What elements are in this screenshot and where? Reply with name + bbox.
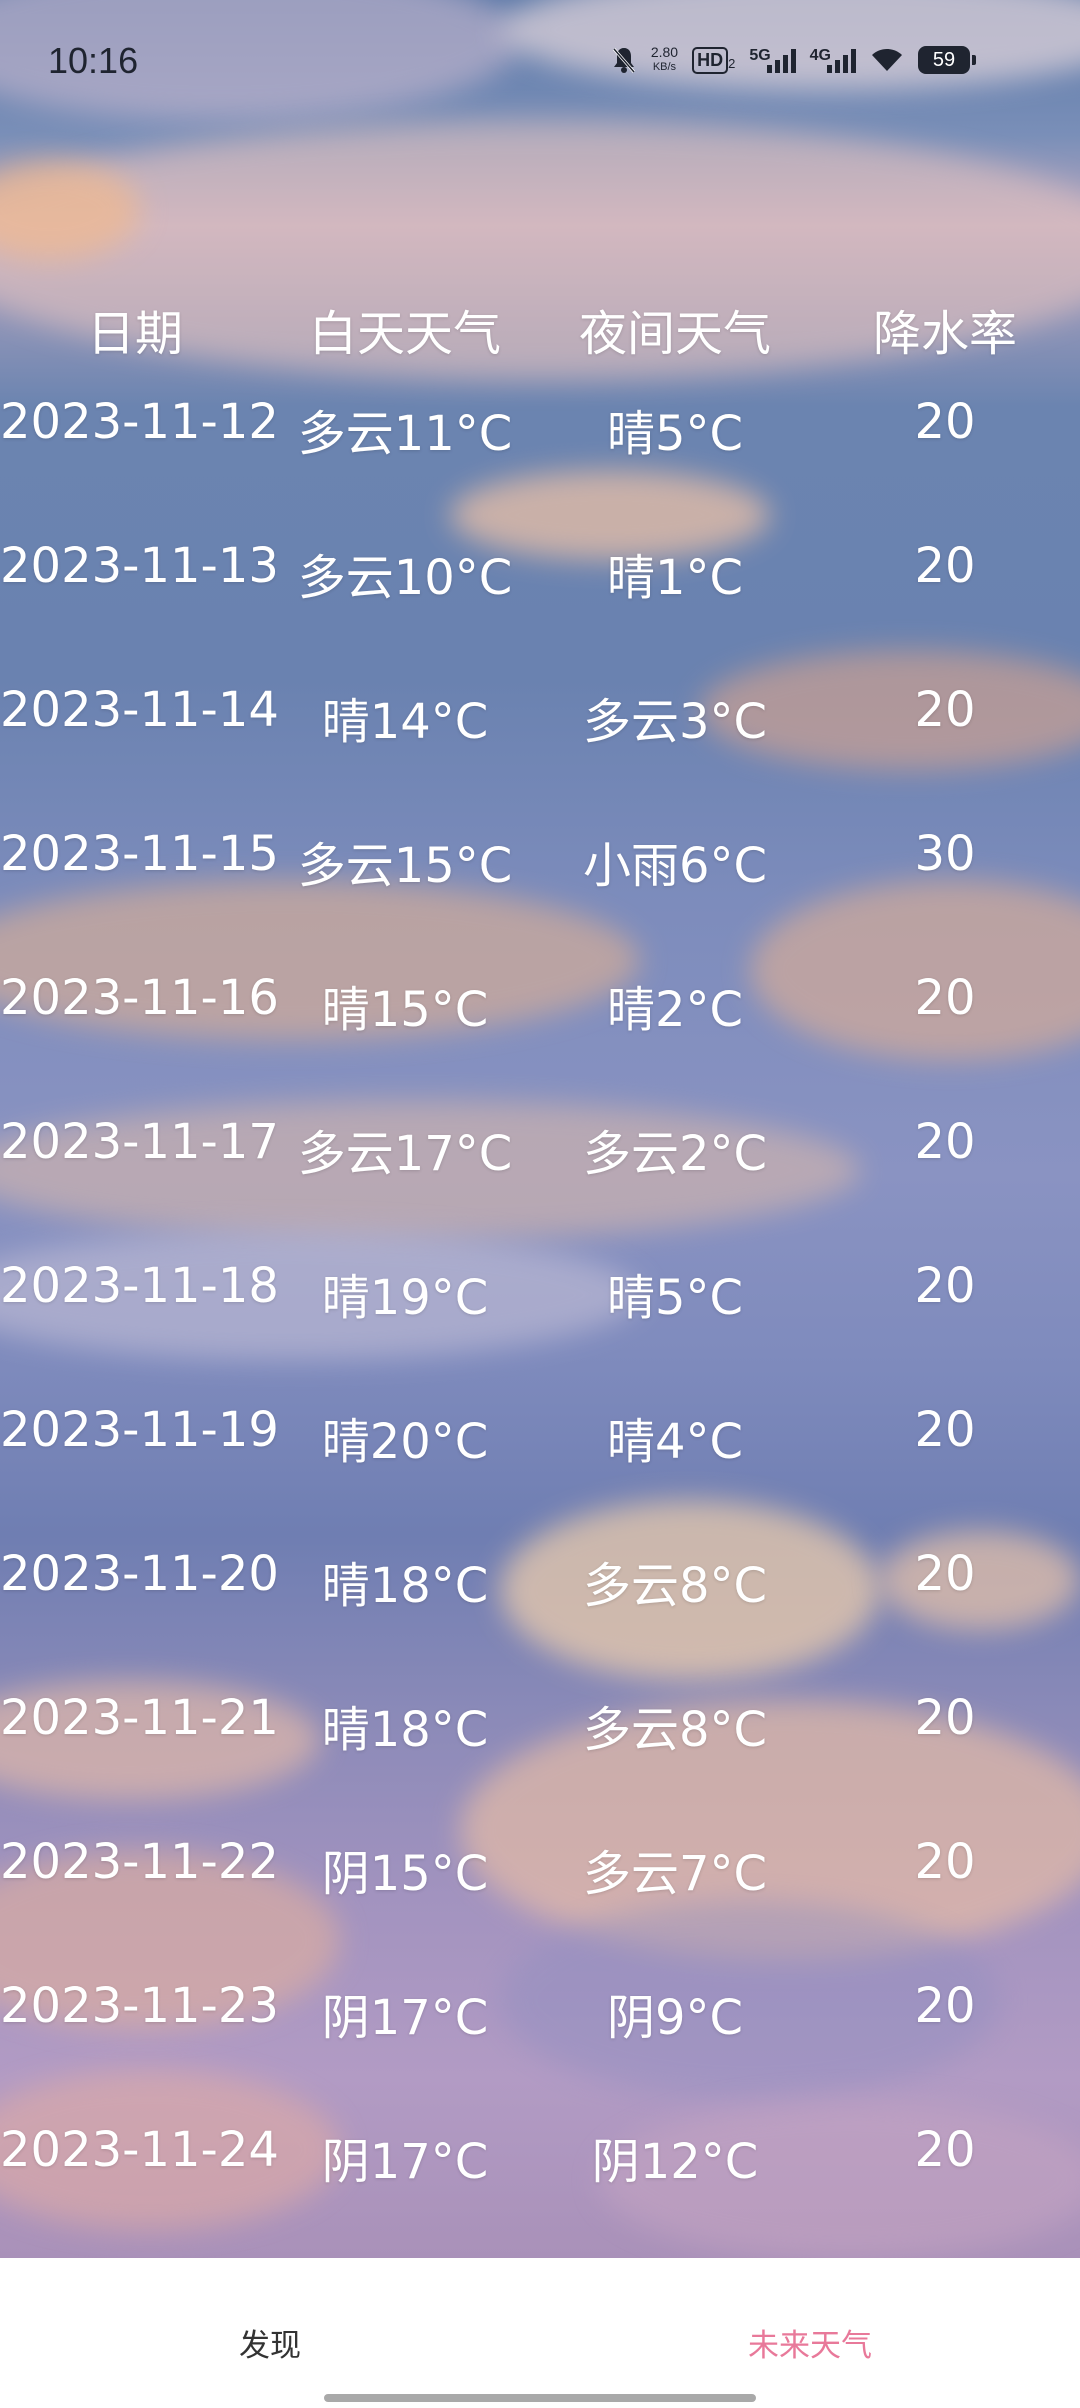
table-row: 2023-11-22 阴15°C 多云7°C 20 [0,1730,1080,1902]
table-row: 2023-11-23 阴17°C 阴9°C 20 [0,1874,1080,2046]
home-indicator[interactable] [324,2394,756,2402]
table-row: 2023-11-13 多云10°C 晴1°C 20 [0,434,1080,606]
header-precip: 降水率 [872,306,1017,362]
tab-future-weather[interactable]: 未来天气 [660,2320,960,2365]
table-row: 2023-11-18 晴19°C 晴5°C 20 [0,1154,1080,1326]
cell-date: 2023-11-24 [0,2122,279,2178]
tab-discover[interactable]: 发现 [120,2320,420,2365]
signal-4g: 4G [810,47,856,73]
status-bar: 10:16 2.80 KB/s HD 2 5G 4G 59 [0,0,1080,128]
cell-day-weather: 阴17°C [321,2134,489,2190]
network-speed: 2.80 KB/s [651,45,678,75]
cell-night-weather: 阴12°C [591,2134,759,2190]
hd-indicator: HD 2 [692,46,736,74]
header-night-weather: 夜间天气 [578,306,771,362]
status-icons: 2.80 KB/s HD 2 5G 4G 59 [611,38,976,82]
table-header-row: 日期 白天天气 夜间天气 降水率 [0,290,1080,362]
network-speed-value: 2.80 [650,44,679,60]
table-row: 2023-11-24 阴17°C 阴12°C 20 [0,2018,1080,2190]
table-row: 2023-11-14 晴14°C 多云3°C 20 [0,578,1080,750]
cell-precip: 20 [914,2122,976,2178]
network-speed-unit: KB/s [652,61,677,73]
forecast-table: 日期 白天天气 夜间天气 降水率 2023-11-12 多云11°C 晴5°C 20 2… [0,290,1080,2190]
status-time: 10:16 [48,40,139,81]
table-row: 2023-11-17 多云17°C 多云2°C 20 [0,1010,1080,1182]
wifi-icon [872,49,902,71]
mute-bell-icon [612,48,635,73]
signal-bars-icon [827,47,856,73]
signal-5g: 5G [749,47,796,73]
bottom-navigation: 发现 未来天气 [0,2258,1080,2408]
table-row: 2023-11-16 晴15°C 晴2°C 20 [0,866,1080,1038]
signal-bars-icon [766,47,796,73]
table-row: 2023-11-12 多云11°C 晴5°C 20 [0,360,1080,462]
table-row: 2023-11-15 多云15°C 小雨6°C 30 [0,722,1080,894]
battery-icon: 59 [918,46,976,74]
header-day-weather: 白天天气 [308,306,501,362]
hd-icon: HD [692,46,729,74]
hd-sub: 2 [728,55,736,71]
battery-level: 59 [932,48,956,71]
table-row: 2023-11-20 晴18°C 多云8°C 20 [0,1442,1080,1614]
table-row: 2023-11-19 晴20°C 晴4°C 20 [0,1298,1080,1470]
header-date: 日期 [86,306,183,362]
table-row: 2023-11-21 晴18°C 多云8°C 20 [0,1586,1080,1758]
